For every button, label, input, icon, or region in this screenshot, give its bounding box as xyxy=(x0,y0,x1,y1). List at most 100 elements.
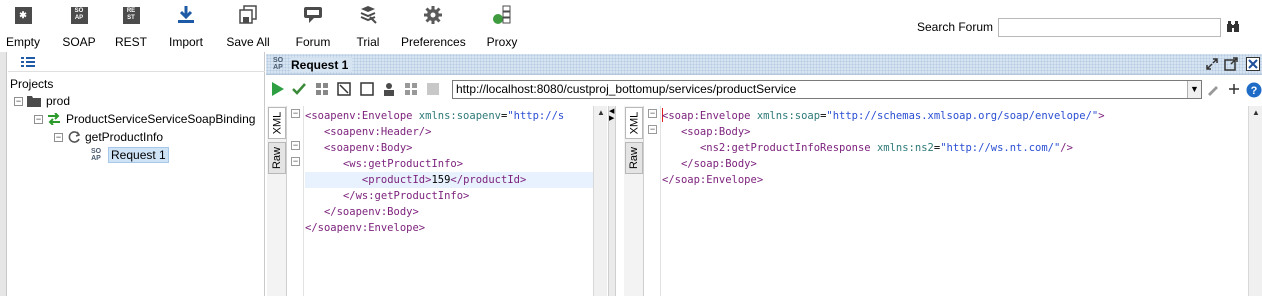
scroll-up-icon[interactable]: ▲ xyxy=(595,107,607,119)
soap-project-icon: SO AP xyxy=(68,4,90,26)
import-icon xyxy=(175,4,197,26)
edit-endpoint-icon[interactable] xyxy=(1206,82,1220,96)
help-icon[interactable]: ? xyxy=(1246,82,1262,98)
proxy-label: Proxy xyxy=(486,35,518,49)
add-icon[interactable] xyxy=(1227,82,1241,96)
restore-icon[interactable] xyxy=(1205,57,1219,71)
code-line: <soapenv:Header/> xyxy=(323,126,432,138)
code-line: </soapenv:Body> xyxy=(323,206,419,218)
request-title: Request 1 xyxy=(291,58,353,72)
request-fold-gutter: − − − xyxy=(288,106,304,296)
preferences-gear-icon xyxy=(422,4,444,26)
rest-project-icon: RE ST xyxy=(120,4,142,26)
response-scrollbar[interactable]: ▲ xyxy=(1248,106,1262,296)
empty-label: Empty xyxy=(5,35,40,49)
disabled-square-icon xyxy=(426,82,440,96)
splitter-handle[interactable]: ◀ ▶ xyxy=(608,106,616,296)
svg-text:?: ? xyxy=(1251,85,1258,97)
endpoint-select[interactable]: http://localhost:8080/custproj_bottomup/… xyxy=(452,80,1202,99)
tree-item-label: Request 1 xyxy=(108,147,169,163)
code-line: </ws:getProductInfo> xyxy=(342,190,470,202)
search-binoculars-icon[interactable] xyxy=(1226,20,1240,34)
stop-icon[interactable] xyxy=(360,82,374,96)
soap-label: SOAP xyxy=(62,35,96,49)
main-toolbar: ✱ Empty SO AP SOAP RE ST REST Import Sav… xyxy=(0,0,1262,52)
soap-request-icon: SO AP xyxy=(90,148,102,162)
projects-root-label: Projects xyxy=(10,77,54,91)
trial-button[interactable]: Trial xyxy=(353,4,383,50)
request-toolbar: http://localhost:8080/custproj_bottomup/… xyxy=(266,76,1262,101)
import-label: Import xyxy=(168,35,203,49)
navigator-panel: Projects − prod − ProductServiceServiceS… xyxy=(0,52,265,296)
code-line: <ns2:getProductInfoResponse xmlns:ns2="h… xyxy=(699,142,1073,154)
request-tab-raw[interactable]: Raw xyxy=(268,142,286,174)
chevron-down-icon[interactable]: ▼ xyxy=(1187,81,1201,98)
fold-toggle-icon[interactable]: − xyxy=(291,157,300,166)
soap-request-icon: SO AP xyxy=(272,57,284,71)
fold-toggle-icon[interactable]: − xyxy=(648,109,657,118)
endpoint-url: http://localhost:8080/custproj_bottomup/… xyxy=(456,82,797,96)
preferences-button[interactable]: Preferences xyxy=(401,4,466,50)
forum-button[interactable]: Forum xyxy=(293,4,333,50)
code-line: <soap:Body> xyxy=(680,126,751,138)
submit-request-icon[interactable] xyxy=(271,82,285,96)
code-line: <soapenv:Body> xyxy=(323,142,413,154)
save-all-label: Save All xyxy=(226,35,270,49)
proxy-icon xyxy=(491,4,513,26)
wsdl-view-icon[interactable] xyxy=(337,82,351,96)
tree-item-request-1[interactable]: SO AP Request 1 xyxy=(90,146,169,164)
request-view-tabs: XML Raw xyxy=(267,106,287,296)
interface-icon xyxy=(48,113,60,125)
split-arrows-icon[interactable]: ◀ ▶ xyxy=(609,108,614,122)
request-tab-xml[interactable]: XML xyxy=(268,107,286,139)
search-forum-input[interactable] xyxy=(998,18,1221,37)
soap-project-button[interactable]: SO AP SOAP xyxy=(61,4,97,50)
code-line: </soap:Envelope> xyxy=(662,174,764,186)
check-icon[interactable] xyxy=(292,82,306,96)
preferences-label: Preferences xyxy=(401,35,466,49)
save-all-icon xyxy=(237,4,259,26)
fold-toggle-icon[interactable]: − xyxy=(648,125,657,134)
tree-item-operation[interactable]: − getProductInfo xyxy=(54,128,163,146)
proxy-button[interactable]: Proxy xyxy=(485,4,519,50)
response-fold-gutter: − − xyxy=(645,106,661,296)
rest-project-button[interactable]: RE ST REST xyxy=(114,4,148,50)
empty-project-button[interactable]: ✱ Empty xyxy=(4,4,42,50)
tree-item-label: prod xyxy=(46,94,71,108)
collapse-icon[interactable]: − xyxy=(54,132,63,142)
request-xml-editor[interactable]: <soapenv:Envelope xmlns:soapenv="http://… xyxy=(305,106,593,296)
code-line: </soapenv:Envelope> xyxy=(305,222,426,234)
code-line: <ws:getProductInfo> xyxy=(342,158,464,170)
trial-icon xyxy=(357,4,379,26)
code-line: <soap:Envelope xmlns:soap="http://schema… xyxy=(662,110,1105,122)
request-scrollbar[interactable]: ▲ xyxy=(593,106,607,296)
response-tab-xml[interactable]: XML xyxy=(625,107,643,139)
tree-item-label: getProductInfo xyxy=(85,130,164,144)
code-line-current: <productId>159</productId> xyxy=(305,172,593,188)
user-auth-icon[interactable] xyxy=(382,82,396,96)
collapse-icon[interactable]: − xyxy=(14,96,23,106)
code-line: </soap:Body> xyxy=(680,158,757,170)
soap-format-icon[interactable] xyxy=(315,82,329,96)
response-xml-editor[interactable]: <soap:Envelope xmlns:soap="http://schema… xyxy=(662,106,1247,296)
request-titlebar: SO AP Request 1 xyxy=(266,54,1262,75)
scroll-up-icon[interactable]: ▲ xyxy=(1250,107,1262,119)
close-icon[interactable] xyxy=(1246,57,1260,71)
tree-item-label: ProductServiceServiceSoapBinding xyxy=(66,112,256,126)
fold-toggle-icon[interactable]: − xyxy=(291,109,300,118)
code-line: <soapenv:Envelope xmlns:soapenv="http://… xyxy=(305,110,565,122)
maximize-icon[interactable] xyxy=(1224,57,1238,71)
collapse-list-icon[interactable] xyxy=(21,56,35,71)
import-button[interactable]: Import xyxy=(166,4,206,50)
tree-item-prod[interactable]: − prod xyxy=(14,92,70,110)
soap-version-icon[interactable] xyxy=(404,82,418,96)
navigator-side-tab[interactable] xyxy=(0,52,7,296)
tree-item-binding[interactable]: − ProductServiceServiceSoapBinding xyxy=(34,110,255,128)
collapse-icon[interactable]: − xyxy=(34,114,43,124)
request-editor-window: SO AP Request 1 http://localhost:8080/cu… xyxy=(266,52,1262,296)
response-tab-raw[interactable]: Raw xyxy=(625,142,643,174)
empty-project-icon: ✱ xyxy=(12,4,34,26)
rest-label: REST xyxy=(114,35,147,49)
save-all-button[interactable]: Save All xyxy=(226,4,270,50)
fold-toggle-icon[interactable]: − xyxy=(291,141,300,150)
